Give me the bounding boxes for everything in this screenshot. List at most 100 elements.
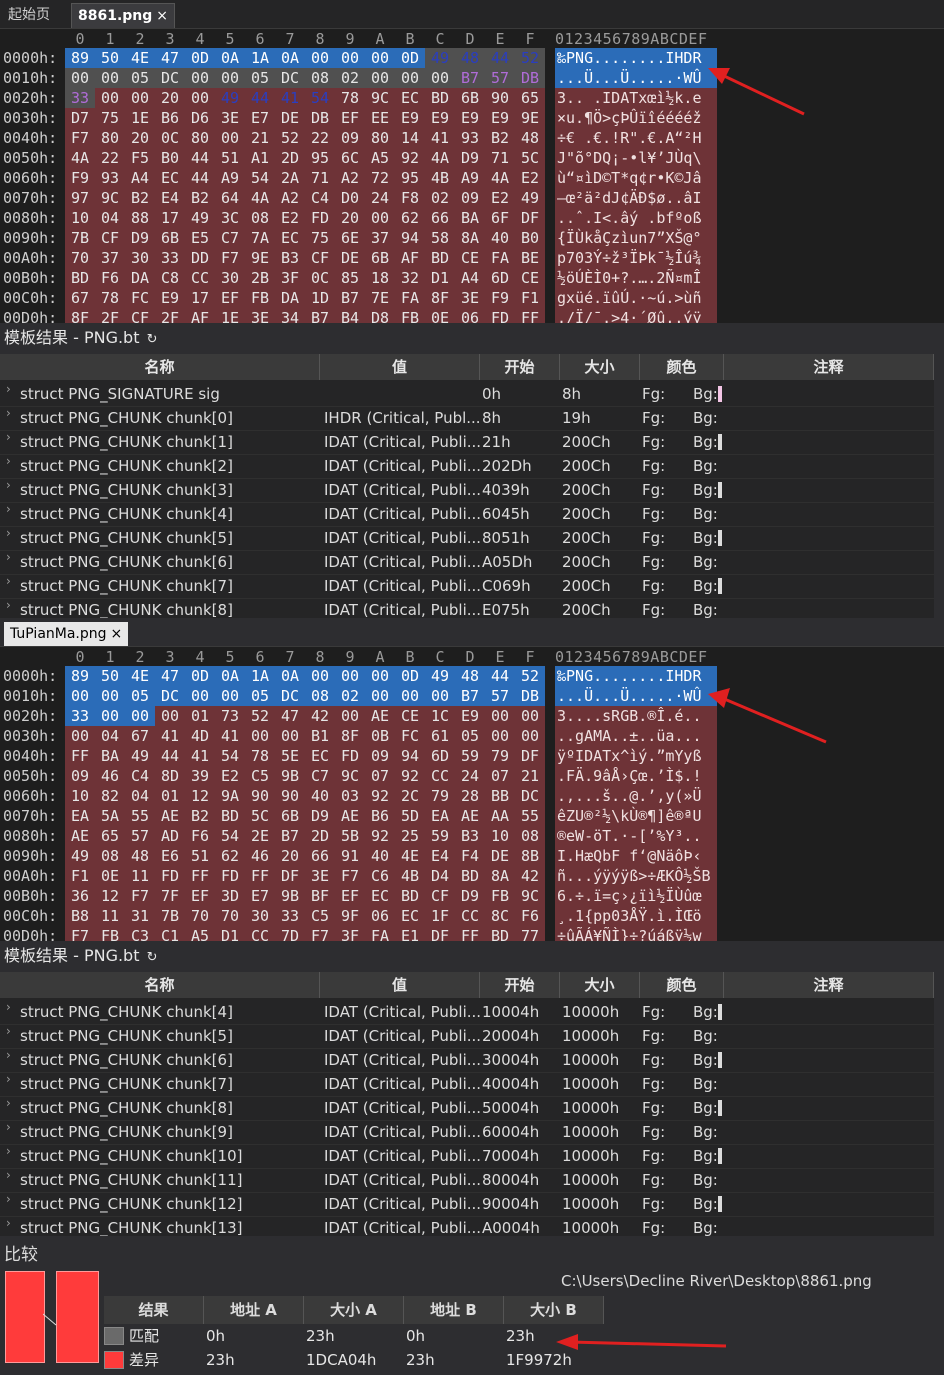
column-header[interactable]: 大小 [560, 354, 640, 380]
hex-byte[interactable]: 77 [515, 926, 545, 941]
hex-byte[interactable]: 05 [125, 68, 155, 88]
hex-byte[interactable]: 44 [155, 746, 185, 766]
hex-byte[interactable]: 67 [65, 288, 95, 308]
background-color-swatch[interactable] [718, 1052, 722, 1068]
hex-byte[interactable]: 89 [65, 666, 95, 686]
ascii-text[interactable]: ½öÚÈÌ0+?.….2Ñ¤mÎ [555, 268, 717, 288]
hex-byte[interactable]: 12 [95, 886, 125, 906]
hex-byte[interactable]: AF [395, 248, 425, 268]
hex-byte[interactable]: 28 [455, 786, 485, 806]
chevron-right-icon[interactable]: › [6, 1000, 11, 1014]
hex-byte[interactable]: B6 [365, 806, 395, 826]
hex-byte[interactable]: 00 [95, 68, 125, 88]
hex-byte[interactable]: E9 [485, 108, 515, 128]
hex-byte[interactable]: 6B [365, 248, 395, 268]
hex-byte[interactable]: 17 [155, 208, 185, 228]
ascii-text[interactable]: ®eW-öT.·-[’%Y³.. [555, 826, 717, 846]
hex-byte[interactable]: 0A [275, 666, 305, 686]
hex-byte[interactable]: CE [395, 706, 425, 726]
chevron-right-icon[interactable]: › [6, 1144, 11, 1158]
ascii-text[interactable]: ñ...ýÿýÿß>÷ÆKÔ½ŠB [555, 866, 717, 886]
hex-byte[interactable]: 08 [515, 826, 545, 846]
hex-byte[interactable]: 92 [395, 766, 425, 786]
hex-byte[interactable]: 00 [65, 68, 95, 88]
background-color-swatch[interactable] [718, 1100, 722, 1116]
hex-byte[interactable]: A2 [275, 188, 305, 208]
hex-byte[interactable]: 11 [125, 866, 155, 886]
hex-byte[interactable]: E7 [245, 886, 275, 906]
background-color-swatch[interactable] [718, 1148, 722, 1164]
hex-byte[interactable]: 4D [185, 726, 215, 746]
hex-byte[interactable]: E4 [425, 846, 455, 866]
table-row[interactable]: › struct PNG_CHUNK chunk[5] IDAT (Critical… [0, 1024, 934, 1049]
hex-byte[interactable]: 00 [425, 68, 455, 88]
hex-byte[interactable]: 2A [275, 168, 305, 188]
hex-byte[interactable]: DF [515, 746, 545, 766]
tab-8861-png[interactable]: 8861.png × [71, 3, 176, 28]
hex-byte[interactable]: 6D [425, 746, 455, 766]
hex-byte[interactable]: BB [485, 786, 515, 806]
hex-byte[interactable]: C7 [305, 766, 335, 786]
tab-start-page[interactable]: 起始页 [2, 3, 56, 27]
hex-byte[interactable]: C7 [215, 228, 245, 248]
hex-byte[interactable]: 52 [245, 706, 275, 726]
hex-byte[interactable]: 00 [185, 686, 215, 706]
hex-byte[interactable]: 0D [395, 48, 425, 68]
chevron-right-icon[interactable]: › [6, 1072, 11, 1086]
hex-byte[interactable]: 00 [365, 666, 395, 686]
hex-byte[interactable]: 54 [305, 88, 335, 108]
hex-byte[interactable]: 0D [185, 666, 215, 686]
hex-byte[interactable]: DC [275, 686, 305, 706]
hex-byte[interactable]: 44 [185, 168, 215, 188]
hex-byte[interactable]: B2 [185, 188, 215, 208]
hex-byte[interactable]: 00 [515, 706, 545, 726]
table-row[interactable]: › struct PNG_CHUNK chunk[5] IDAT (Critical… [0, 526, 934, 551]
hex-byte[interactable]: 88 [125, 208, 155, 228]
hex-byte[interactable]: 44 [185, 148, 215, 168]
hex-byte[interactable]: 90 [245, 786, 275, 806]
hex-byte[interactable]: EF [335, 108, 365, 128]
hex-byte[interactable]: FA [485, 248, 515, 268]
hex-byte[interactable]: FC [395, 726, 425, 746]
hex-byte[interactable]: 9C [515, 886, 545, 906]
hex-byte[interactable]: 00 [95, 88, 125, 108]
hex-byte[interactable]: 90 [485, 88, 515, 108]
hex-byte[interactable]: 4A [65, 148, 95, 168]
table-row[interactable]: › struct PNG_CHUNK chunk[6] IDAT (Critical… [0, 550, 934, 575]
hex-byte[interactable]: CF [425, 886, 455, 906]
chevron-right-icon[interactable]: › [6, 1216, 11, 1230]
hex-byte[interactable]: 41 [155, 726, 185, 746]
hex-byte[interactable]: 10 [485, 826, 515, 846]
hex-byte[interactable]: 36 [65, 886, 95, 906]
hex-byte[interactable]: 51 [185, 846, 215, 866]
hex-byte[interactable]: DC [275, 68, 305, 88]
hex-byte[interactable]: FD [335, 746, 365, 766]
hex-byte[interactable]: 04 [95, 726, 125, 746]
ascii-text[interactable]: ¸.1{pp03ÅŸ.ì.ÌŒö [555, 906, 717, 926]
hex-byte[interactable]: 07 [365, 766, 395, 786]
hex-byte[interactable]: 54 [215, 746, 245, 766]
hex-byte[interactable]: 7D [275, 926, 305, 941]
hex-byte[interactable]: 3E [245, 308, 275, 323]
column-header[interactable]: 值 [320, 972, 480, 998]
hex-byte[interactable]: CC [455, 906, 485, 926]
chevron-right-icon[interactable]: › [6, 526, 11, 540]
compare-cell-result[interactable]: 匹配 [129, 1324, 159, 1348]
hex-byte[interactable]: E5 [185, 228, 215, 248]
hex-byte[interactable]: 22 [95, 148, 125, 168]
chevron-right-icon[interactable]: › [6, 550, 11, 564]
hex-byte[interactable]: FB [395, 308, 425, 323]
column-header[interactable]: 开始 [480, 972, 560, 998]
hex-byte[interactable]: 00 [335, 666, 365, 686]
hex-byte[interactable]: 7F [155, 886, 185, 906]
table-row[interactable]: › struct PNG_CHUNK chunk[12] IDAT (Critica… [0, 1192, 934, 1217]
hex-byte[interactable]: 3D [215, 886, 245, 906]
hex-byte[interactable]: 9A [215, 786, 245, 806]
hex-byte[interactable]: E9 [155, 288, 185, 308]
hex-byte[interactable]: D1 [425, 268, 455, 288]
hex-byte[interactable]: 92 [395, 148, 425, 168]
hex-byte[interactable]: 00 [365, 686, 395, 706]
chevron-right-icon[interactable]: › [6, 502, 11, 516]
hex-byte[interactable]: 02 [335, 686, 365, 706]
hex-byte[interactable]: 44 [485, 666, 515, 686]
